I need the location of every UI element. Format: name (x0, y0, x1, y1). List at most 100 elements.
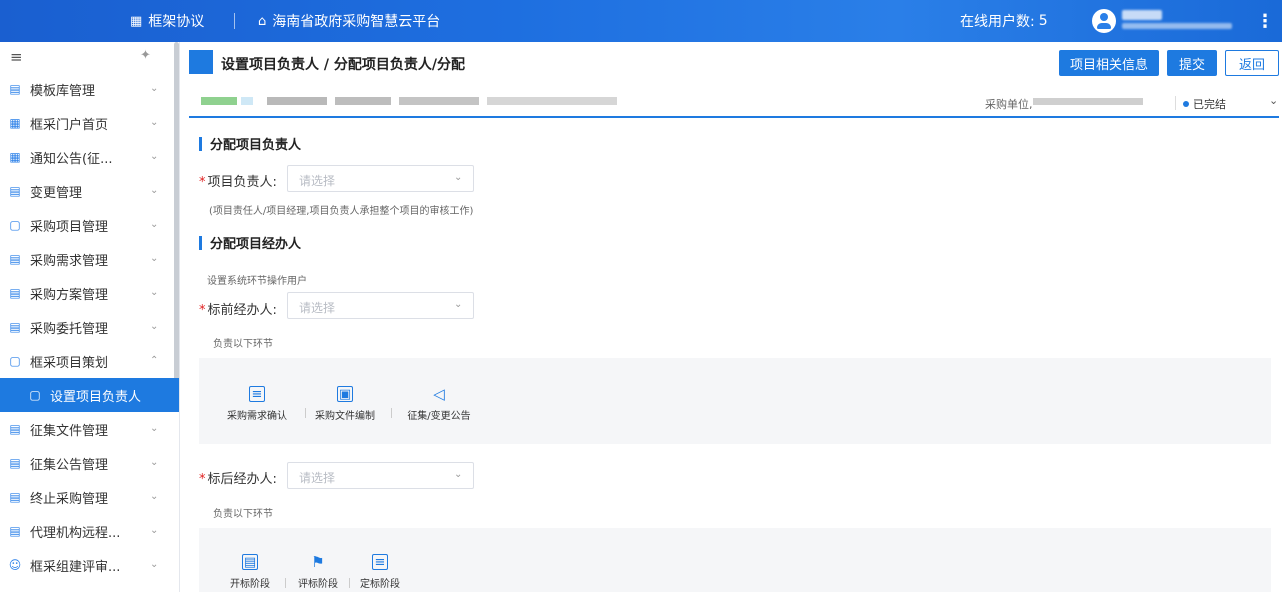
calendar-icon: ▤ (242, 554, 258, 570)
owner-select[interactable]: 请选择 ⌄ (287, 165, 474, 192)
project-info-button[interactable]: 项目相关信息 (1059, 50, 1159, 76)
status-dot-icon (1183, 101, 1189, 107)
doc-icon: ▤ (9, 320, 21, 334)
chevron-down-icon: ⌄ (150, 253, 159, 264)
sidebar-item-change[interactable]: ▤ 变更管理 ⌄ (0, 174, 179, 208)
sidebar-item-portal[interactable]: ▦ 框采门户首页 ⌄ (0, 106, 179, 140)
stage-divider (349, 578, 350, 588)
section-title-owner: 分配项目负责人 (199, 134, 301, 153)
sidebar-item-set-owner[interactable]: ▢ 设置项目负责人 (0, 378, 179, 412)
sidebar-item-label: 征集文件管理 (30, 423, 109, 439)
post-handler-select[interactable]: 请选择 ⌄ (287, 462, 474, 489)
sidebar-item-label: 框采门户首页 (30, 117, 109, 133)
change-icon: ▤ (9, 184, 21, 198)
sidebar-item-label: 代理机构远程... (30, 525, 121, 541)
section-title-text: 分配项目经办人 (210, 237, 302, 252)
sidebar-item-entrust[interactable]: ▤ 采购委托管理 ⌄ (0, 310, 179, 344)
stage-opening[interactable]: ▤ 开标阶段 (225, 554, 275, 590)
pre-stage-box: ≡ 采购需求确认 ▣ 采购文件编制 ◁ 征集/变更公告 (199, 358, 1271, 444)
sidebar-item-agency[interactable]: ▤ 代理机构远程... ⌄ (0, 514, 179, 548)
sidebar-item-planning[interactable]: ▢ 框采项目策划 ⌃ (0, 344, 179, 378)
sidebar-item-label: 采购项目管理 (30, 219, 109, 235)
chevron-up-icon: ⌃ (150, 355, 159, 366)
sidebar-item-label: 采购委托管理 (30, 321, 109, 337)
section-bar (199, 136, 202, 151)
handler-subtitle: 设置系统环节操作用户 (207, 276, 307, 287)
more-menu-icon[interactable]: ⋮ (1256, 0, 1274, 42)
required-mark: * (199, 472, 206, 487)
project-name-redacted (335, 97, 391, 105)
chevron-down-icon: ⌄ (150, 219, 159, 230)
required-mark: * (199, 175, 206, 190)
sidebar-top: ≡ ✦ (0, 42, 179, 72)
sidebar-item-review[interactable]: ☺ 框采组建评审... ⌄ (0, 548, 179, 582)
required-mark: * (199, 303, 206, 318)
chevron-down-icon: ⌄ (150, 491, 159, 502)
submit-button[interactable]: 提交 (1167, 50, 1217, 76)
project-name-redacted (267, 97, 327, 105)
people-icon: ☺ (8, 558, 22, 572)
post-stage-box: ▤ 开标阶段 ⚑ 评标阶段 ≡ 定标阶段 (199, 528, 1271, 592)
project-name-redacted (241, 97, 253, 105)
stage-label: 评标阶段 (298, 579, 338, 590)
template-icon: ▤ (9, 82, 21, 96)
folder-icon: ▢ (9, 218, 21, 232)
owner-label-text: 项目负责人: (207, 175, 277, 190)
sidebar-item-template[interactable]: ▤ 模板库管理 ⌄ (0, 72, 179, 106)
project-name-redacted (487, 97, 617, 105)
title-mark (189, 50, 213, 74)
stage-notice[interactable]: ◁ 征集/变更公告 (401, 385, 477, 422)
list-icon: ≡ (372, 554, 388, 570)
stage-divider (285, 578, 286, 588)
pre-handler-placeholder: 请选择 (299, 301, 336, 315)
stage-demand-confirm[interactable]: ≡ 采购需求确认 (227, 386, 287, 422)
stage-divider (391, 408, 392, 418)
post-handler-hint: 负责以下环节 (213, 509, 273, 520)
pre-handler-label-text: 标前经办人: (207, 303, 277, 318)
back-button[interactable]: 返回 (1225, 50, 1279, 76)
sidebar-item-label: 通知公告(征... (30, 151, 113, 167)
chevron-down-icon: ⌄ (454, 299, 463, 310)
pre-handler-hint: 负责以下环节 (213, 339, 273, 350)
section-bar (199, 235, 202, 250)
status-badge: 已完结 (1183, 96, 1226, 112)
stage-evaluation[interactable]: ⚑ 评标阶段 (293, 553, 343, 590)
grid-icon: ▦ (130, 13, 143, 29)
chevron-down-icon: ⌄ (150, 423, 159, 434)
chevron-down-icon: ⌄ (150, 525, 159, 536)
section-title-handler: 分配项目经办人 (199, 233, 301, 252)
sidebar-item-label: 模板库管理 (30, 83, 96, 99)
pre-handler-label: * 标前经办人: (199, 299, 277, 318)
chevron-down-icon: ⌄ (150, 321, 159, 332)
sidebar-item-collect-notice[interactable]: ▤ 征集公告管理 ⌄ (0, 446, 179, 480)
brand[interactable]: ▦ 框架协议 (130, 0, 204, 42)
stage-divider (305, 408, 306, 418)
status-text: 已完结 (1193, 98, 1226, 111)
stage-label: 开标阶段 (230, 579, 270, 590)
pin-icon[interactable]: ✦ (140, 48, 151, 63)
expand-chevron-icon[interactable]: ⌄ (1269, 94, 1278, 107)
sidebar-item-collect-file[interactable]: ▤ 征集文件管理 ⌄ (0, 412, 179, 446)
sidebar-item-terminate[interactable]: ▤ 终止采购管理 ⌄ (0, 480, 179, 514)
hamburger-icon[interactable]: ≡ (10, 48, 23, 66)
purchasing-unit-redacted (1033, 98, 1143, 105)
stage-label: 采购需求确认 (227, 411, 287, 422)
stage-award[interactable]: ≡ 定标阶段 (355, 554, 405, 590)
user-name-redacted[interactable] (1122, 8, 1242, 34)
chevron-down-icon: ⌄ (150, 151, 159, 162)
pre-handler-select[interactable]: 请选择 ⌄ (287, 292, 474, 319)
grid-icon: ▦ (9, 116, 21, 130)
sidebar-item-notice[interactable]: ▦ 通知公告(征... ⌄ (0, 140, 179, 174)
sidebar-item-plan[interactable]: ▤ 采购方案管理 ⌄ (0, 276, 179, 310)
sidebar-item-demand[interactable]: ▤ 采购需求管理 ⌄ (0, 242, 179, 276)
post-handler-label: * 标后经办人: (199, 468, 277, 487)
project-info-bar: 采购单位, 已完结 ⌄ (189, 88, 1279, 118)
list-icon: ≡ (249, 386, 265, 402)
avatar[interactable] (1092, 9, 1116, 33)
doc-icon: ▤ (9, 252, 21, 266)
stage-file-compile[interactable]: ▣ 采购文件编制 (315, 386, 375, 422)
platform-link[interactable]: ⌂ 海南省政府采购智慧云平台 (258, 0, 440, 42)
sidebar-item-project[interactable]: ▢ 采购项目管理 ⌄ (0, 208, 179, 242)
home-icon: ⌂ (258, 13, 267, 29)
chevron-down-icon: ⌄ (150, 83, 159, 94)
